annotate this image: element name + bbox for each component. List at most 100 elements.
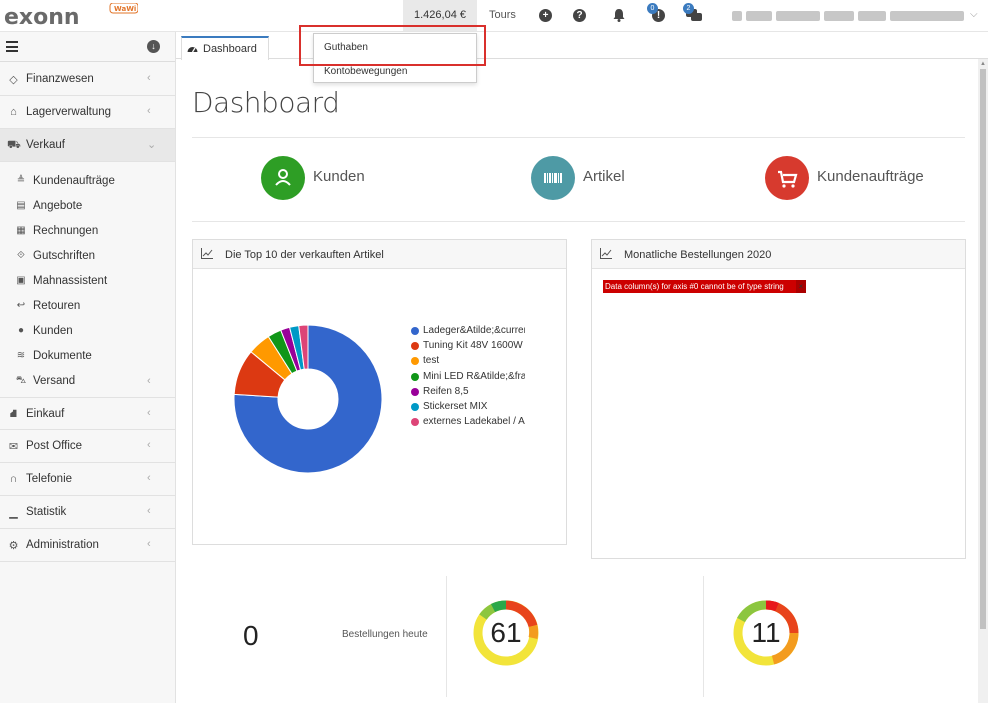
sidebar-sub-label: Mahnassistent: [33, 275, 108, 287]
top-bar: exonn WaWi 1.426,04 € Tours + ? ! 0 2 ⌵: [0, 0, 988, 32]
chevron-left-icon: ‹: [147, 439, 151, 451]
orders-today-count: 0: [243, 620, 259, 651]
sidebar-item-post-office[interactable]: ✉ Post Office ‹: [0, 430, 175, 463]
sidebar-item-administration[interactable]: ⚙ Administration ‹: [0, 529, 175, 562]
close-icon[interactable]: ×: [796, 280, 806, 293]
gears-icon: ⚙: [8, 540, 19, 552]
panel-header: Die Top 10 der verkauften Artikel: [193, 240, 566, 269]
bar-chart-icon: ▁: [9, 507, 18, 519]
sidebar-item-label: Statistik: [26, 506, 67, 518]
chevron-left-icon: ‹: [147, 472, 151, 484]
sidebar-sub-rechnungen[interactable]: ▦ Rechnungen: [0, 219, 175, 244]
sidebar-item-finanzwesen[interactable]: ◇ Finanzwesen ‹: [0, 63, 175, 96]
sidebar-sub-label: Retouren: [33, 300, 81, 312]
divider: [192, 221, 965, 222]
legend-item[interactable]: Stickerset MIX: [411, 401, 525, 413]
tab-bar: Dashboard: [176, 32, 988, 60]
logo-badge: WaWi: [114, 5, 136, 13]
sidebar-item-lagerverwaltung[interactable]: ⌂ Lagerverwaltung ‹: [0, 96, 175, 129]
sidebar-item-einkauf[interactable]: ⛘ Einkauf ‹: [0, 397, 175, 430]
tab-label: Dashboard: [203, 43, 257, 55]
legend-dot: [411, 372, 419, 381]
chat-badge: 2: [683, 3, 694, 14]
scroll-up-icon[interactable]: ▲: [980, 61, 986, 67]
truck-icon: ⛍: [15, 375, 27, 386]
chevron-left-icon: ‹: [147, 72, 151, 84]
legend-item[interactable]: Ladeger&Atilde;&curren: [411, 325, 525, 337]
panel-title: Die Top 10 der verkauften Artikel: [225, 249, 384, 261]
stack-icon: ≋: [16, 350, 26, 361]
chevron-left-icon: ‹: [147, 407, 151, 419]
chevron-down-icon: ⌄: [147, 139, 157, 151]
cart-icon: [765, 156, 809, 200]
legend-dot: [411, 357, 419, 366]
sidebar-item-statistik[interactable]: ▁ Statistik ‹: [0, 496, 175, 529]
scrollbar-thumb[interactable]: [980, 69, 986, 629]
scrollbar[interactable]: ▲: [978, 59, 988, 703]
sidebar-sub-retouren[interactable]: ↩ Retouren: [0, 294, 175, 319]
gauge-2-value: 11: [751, 617, 781, 648]
chevron-left-icon: ‹: [147, 105, 151, 117]
sidebar-sub-dokumente[interactable]: ≋ Dokumente: [0, 344, 175, 369]
tours-link[interactable]: Tours: [489, 0, 516, 31]
sidebar-sub-kunden[interactable]: ● Kunden: [0, 319, 175, 344]
legend-item[interactable]: Reifen 8,5: [411, 386, 525, 398]
sidebar-sub-gutschriften[interactable]: ⟐ Gutschriften: [0, 244, 175, 269]
orders-icon: ≜: [16, 175, 26, 186]
legend-dot: [411, 403, 419, 411]
plus-icon[interactable]: +: [539, 9, 552, 22]
legend-dot: [411, 327, 419, 335]
legend-item[interactable]: externes Ladekabel / A: [411, 416, 525, 428]
chevron-down-icon[interactable]: ⌵: [970, 9, 978, 20]
barcode-icon: [531, 156, 575, 200]
sidebar-sub-label: Gutschriften: [33, 250, 95, 262]
offer-icon: ▤: [16, 200, 26, 211]
chevron-left-icon: ‹: [147, 375, 151, 387]
bell-icon[interactable]: [613, 9, 625, 22]
top10-donut-chart: [233, 324, 383, 474]
sidebar-item-label: Einkauf: [26, 408, 65, 420]
dropdown-item-label: Kontobewegungen: [324, 66, 408, 77]
return-icon: ↩: [16, 300, 26, 311]
dunning-icon: ▣: [16, 275, 26, 286]
tab-dashboard[interactable]: Dashboard: [181, 36, 269, 60]
sidebar-item-label: Telefonie: [26, 473, 73, 485]
credit-icon: ⟐: [17, 250, 25, 261]
sidebar-sub-label: Dokumente: [33, 350, 92, 362]
legend-dot: [411, 387, 419, 396]
sidebar-item-telefonie[interactable]: ∩ Telefonie ‹: [0, 463, 175, 496]
legend-label: Tuning Kit 48V 1600W: [423, 340, 523, 352]
divider: [446, 576, 447, 697]
legend-item[interactable]: test: [411, 355, 525, 367]
exonn-logo[interactable]: exonn WaWi: [4, 3, 138, 29]
hamburger-icon[interactable]: [6, 41, 18, 52]
page-title: Dashboard: [192, 86, 340, 119]
legend-dot: [411, 342, 419, 351]
sidebar-sub-label: Angebote: [33, 200, 83, 212]
cart-icon: ⛟: [7, 139, 21, 151]
sidebar-sub-angebote[interactable]: ▤ Angebote: [0, 194, 175, 219]
error-text: Data column(s) for axis #0 cannot be of …: [605, 282, 784, 291]
sidebar-sub-mahnassistent[interactable]: ▣ Mahnassistent: [0, 269, 175, 294]
orders-today-label: Bestellungen heute: [342, 629, 428, 640]
sidebar-sub-label: Rechnungen: [33, 225, 99, 237]
alert-badge: 0: [647, 3, 658, 14]
gauge-1-value: 61: [490, 617, 522, 648]
sidebar-sub-label: Versand: [33, 375, 76, 387]
divider: [703, 576, 704, 697]
quick-label: Kundenaufträge: [817, 168, 924, 185]
user-menu[interactable]: [732, 11, 964, 21]
dashboard-icon: [187, 47, 198, 53]
help-icon[interactable]: ?: [573, 9, 586, 22]
sidebar-sub-label: Kunden: [33, 325, 73, 337]
sidebar-sub-versand[interactable]: ⛍ Versand ‹: [0, 369, 175, 394]
sidebar-sub-kundenauftraege[interactable]: ≜ Kundenaufträge: [0, 169, 175, 194]
legend-item[interactable]: Mini LED R&Atilde;&fra: [411, 371, 525, 383]
download-icon[interactable]: ↓: [147, 40, 160, 53]
divider: [192, 137, 965, 138]
sidebar-item-verkauf[interactable]: ⛟ Verkauf ⌄: [0, 129, 175, 162]
panel-top10: Die Top 10 der verkauften Artikel Ladege…: [192, 239, 567, 545]
sidebar-item-label: Lagerverwaltung: [26, 106, 112, 118]
legend-item[interactable]: Tuning Kit 48V 1600W: [411, 340, 525, 352]
tag-icon: ◇: [9, 74, 18, 86]
